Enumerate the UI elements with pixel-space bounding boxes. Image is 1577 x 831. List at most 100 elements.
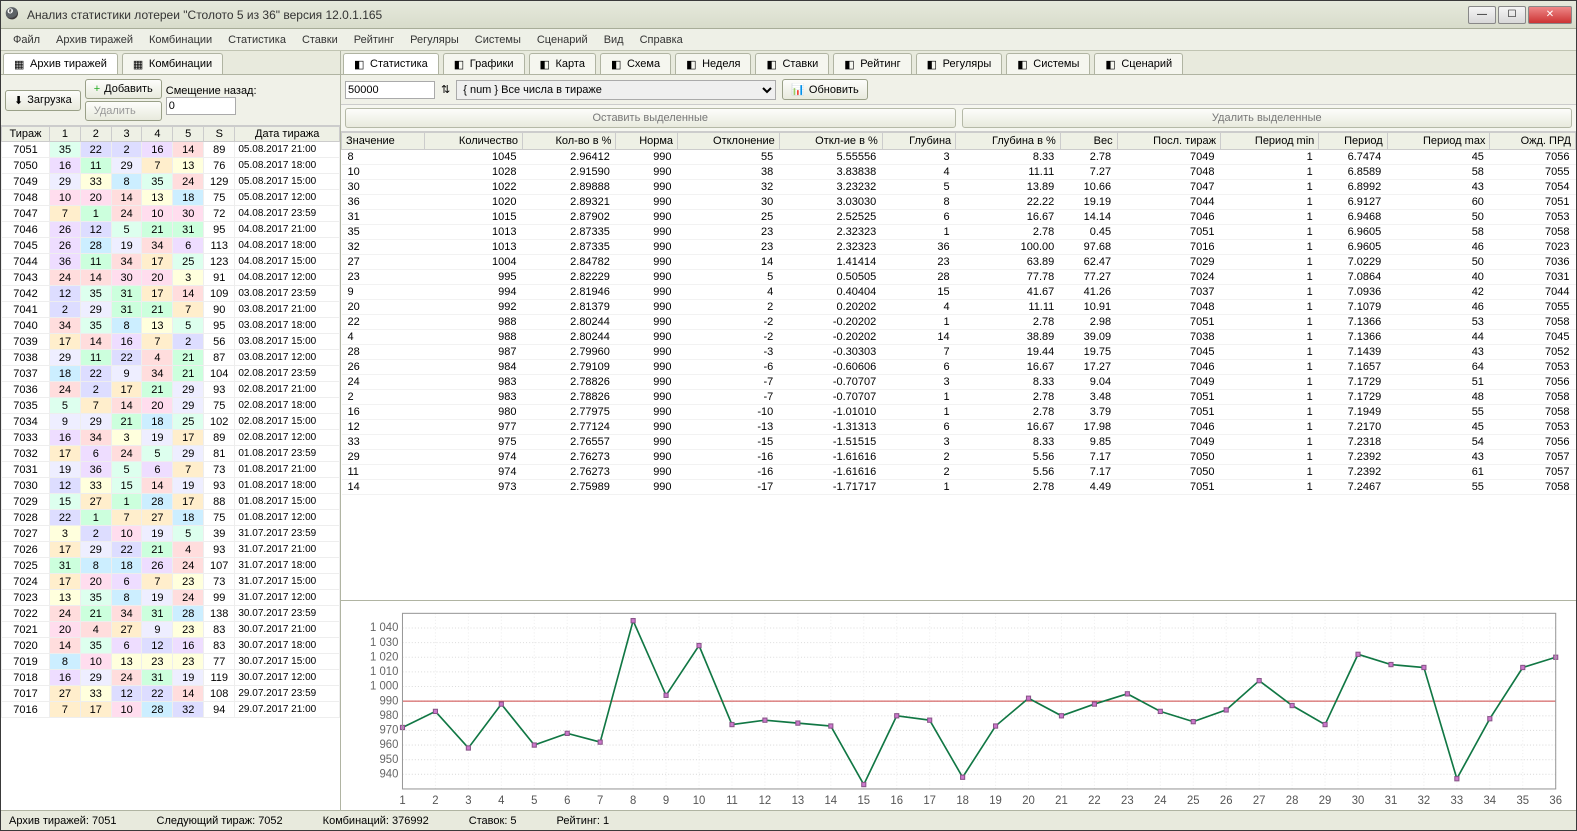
archive-row[interactable]: 70331634319178902.08.2017 12:00 (2, 430, 340, 446)
right-tab-Ставки[interactable]: ◧Ставки (755, 53, 829, 74)
right-tab-Статистика[interactable]: ◧Статистика (343, 53, 439, 74)
add-button[interactable]: +Добавить (85, 79, 162, 99)
archive-row[interactable]: 70382911224218703.08.2017 12:00 (2, 350, 340, 366)
stat-row[interactable]: 289872.79960990-3-0.30303719.4419.757045… (342, 345, 1576, 360)
right-tab-Схема[interactable]: ◧Схема (600, 53, 671, 74)
stat-header[interactable]: Ожд. ПРД (1490, 133, 1576, 150)
stat-header[interactable]: Глубина (882, 133, 955, 150)
menu-Комбинации[interactable]: Комбинации (143, 32, 218, 48)
spinner-icon[interactable]: ⇅ (441, 83, 450, 96)
stat-row[interactable]: 119742.76273990-16-1.6161625.567.1770501… (342, 465, 1576, 480)
archive-row[interactable]: 7042123531171410903.08.2017 23:59 (2, 286, 340, 302)
archive-row[interactable]: 70432414302039104.08.2017 12:00 (2, 270, 340, 286)
archive-row[interactable]: 70201435612168330.07.2017 18:00 (2, 638, 340, 654)
archive-row[interactable]: 703012331514199301.08.2017 18:00 (2, 478, 340, 494)
stat-row[interactable]: 3010222.89888990323.23232513.8910.667047… (342, 180, 1576, 195)
archive-row[interactable]: 702732101953931.07.2017 23:59 (2, 526, 340, 542)
stat-header[interactable]: Период min (1220, 133, 1318, 150)
stat-row[interactable]: 49882.80244990-2-0.202021438.8939.097038… (342, 330, 1576, 345)
stat-row[interactable]: 149732.75989990-17-1.7171712.784.4970511… (342, 480, 1576, 495)
left-tab-Архив тиражей[interactable]: ▦Архив тиражей (3, 53, 118, 74)
stat-row[interactable]: 99942.8194699040.404041541.6741.26703717… (342, 285, 1576, 300)
archive-row[interactable]: 70462612521319504.08.2017 21:00 (2, 222, 340, 238)
refresh-button[interactable]: 📊Обновить (782, 79, 868, 100)
archive-header[interactable]: Тираж (2, 127, 50, 142)
menu-Сценарий[interactable]: Сценарий (531, 32, 594, 48)
archive-row[interactable]: 7028221727187501.08.2017 12:00 (2, 510, 340, 526)
left-tab-Комбинации[interactable]: ▦Комбинации (122, 53, 223, 74)
right-tab-Сценарий[interactable]: ◧Сценарий (1094, 53, 1183, 74)
archive-row[interactable]: 70231335819249931.07.2017 12:00 (2, 590, 340, 606)
archive-header[interactable]: 2 (80, 127, 111, 142)
right-tab-Карта[interactable]: ◧Карта (529, 53, 596, 74)
stat-row[interactable]: 1010282.91590990383.83838411.117.2770481… (342, 165, 1576, 180)
stat-row[interactable]: 2710042.84782990141.414142363.8962.47702… (342, 255, 1576, 270)
load-button[interactable]: ⬇Загрузка (5, 90, 81, 111)
keep-selected-button[interactable]: Оставить выделенные (345, 108, 956, 128)
archive-row[interactable]: 7021204279238330.07.2017 21:00 (2, 622, 340, 638)
menu-Файл[interactable]: Файл (7, 32, 46, 48)
offset-input[interactable] (166, 97, 236, 115)
stat-header[interactable]: Откл-ие в % (779, 133, 882, 150)
archive-row[interactable]: 7047712410307204.08.2017 23:59 (2, 206, 340, 222)
archive-row[interactable]: 703119365677301.08.2017 21:00 (2, 462, 340, 478)
stat-row[interactable]: 339752.76557990-15-1.5151538.339.8570491… (342, 435, 1576, 450)
right-tab-Рейтинг[interactable]: ◧Рейтинг (833, 53, 911, 74)
archive-row[interactable]: 70362421721299302.08.2017 21:00 (2, 382, 340, 398)
archive-row[interactable]: 7018162924311911930.07.2017 12:00 (2, 670, 340, 686)
stat-header[interactable]: Кол-во в % (523, 133, 616, 150)
stat-header[interactable]: Период max (1387, 133, 1490, 150)
close-button[interactable]: ✕ (1528, 6, 1572, 24)
archive-row[interactable]: 70291527128178801.08.2017 15:00 (2, 494, 340, 510)
archive-row[interactable]: 7035571420297502.08.2017 18:00 (2, 398, 340, 414)
stat-row[interactable]: 29832.78826990-7-0.7070712.783.48705117.… (342, 390, 1576, 405)
menu-Вид[interactable]: Вид (598, 32, 630, 48)
stat-row[interactable]: 810452.96412990555.5555638.332.78704916.… (342, 150, 1576, 165)
right-tab-Графики[interactable]: ◧Графики (443, 53, 525, 74)
archive-header[interactable]: S (204, 127, 235, 142)
filter-select[interactable]: { num } Все числа в тираже (456, 80, 776, 100)
archive-grid[interactable]: Тираж12345SДата тиража70513522216148905.… (1, 126, 340, 810)
stats-grid[interactable]: ЗначениеКоличествоКол-во в %НормаОтклоне… (341, 132, 1576, 600)
archive-row[interactable]: 7041229312179003.08.2017 21:00 (2, 302, 340, 318)
stat-header[interactable]: Количество (425, 133, 523, 150)
archive-row[interactable]: 7017273312221410829.07.2017 23:59 (2, 686, 340, 702)
stat-row[interactable]: 269842.79109990-6-0.60606616.6717.277046… (342, 360, 1576, 375)
menu-Архив тиражей[interactable]: Архив тиражей (50, 32, 139, 48)
archive-row[interactable]: 703492921182510202.08.2017 15:00 (2, 414, 340, 430)
archive-header[interactable]: 1 (50, 127, 81, 142)
stat-row[interactable]: 3510132.87335990232.3232312.780.45705116… (342, 225, 1576, 240)
right-tab-Системы[interactable]: ◧Системы (1006, 53, 1090, 74)
delete-selected-button[interactable]: Удалить выделенные (962, 108, 1573, 128)
archive-row[interactable]: 702531818262410731.07.2017 18:00 (2, 558, 340, 574)
archive-row[interactable]: 7022242134312813830.07.2017 23:59 (2, 606, 340, 622)
menu-Статистика[interactable]: Статистика (222, 32, 292, 48)
stat-row[interactable]: 169802.77975990-10-1.0101012.783.7970511… (342, 405, 1576, 420)
stat-row[interactable]: 3210132.87335990232.3232336100.0097.6870… (342, 240, 1576, 255)
archive-row[interactable]: 7044361134172512304.08.2017 15:00 (2, 254, 340, 270)
stat-header[interactable]: Отклонение (678, 133, 780, 150)
archive-row[interactable]: 704929338352412905.08.2017 15:00 (2, 174, 340, 190)
archive-row[interactable]: 7040343581359503.08.2017 18:00 (2, 318, 340, 334)
archive-row[interactable]: 70167171028329429.07.2017 21:00 (2, 702, 340, 718)
minimize-button[interactable]: — (1468, 6, 1496, 24)
archive-row[interactable]: 7024172067237331.07.2017 15:00 (2, 574, 340, 590)
archive-header[interactable]: Дата тиража (235, 127, 340, 142)
archive-row[interactable]: 703718229342110402.08.2017 23:59 (2, 366, 340, 382)
stat-row[interactable]: 3110152.87902990252.52525616.6714.147046… (342, 210, 1576, 225)
maximize-button[interactable]: ☐ (1498, 6, 1526, 24)
stat-header[interactable]: Глубина в % (956, 133, 1061, 150)
menu-Рейтинг[interactable]: Рейтинг (348, 32, 400, 48)
archive-header[interactable]: 4 (142, 127, 173, 142)
stat-header[interactable]: Вес (1060, 133, 1117, 150)
delete-button[interactable]: Удалить (85, 101, 162, 121)
archive-header[interactable]: 3 (111, 127, 142, 142)
stat-header[interactable]: Посл. тираж (1117, 133, 1220, 150)
stat-header[interactable]: Период (1319, 133, 1387, 150)
menu-Регуляры[interactable]: Регуляры (404, 32, 465, 48)
archive-row[interactable]: 70513522216148905.08.2017 21:00 (2, 142, 340, 158)
stat-row[interactable]: 209922.8137999020.20202411.1110.91704817… (342, 300, 1576, 315)
count-input[interactable] (345, 81, 435, 99)
stat-row[interactable]: 239952.8222999050.505052877.7877.2770241… (342, 270, 1576, 285)
menu-Ставки[interactable]: Ставки (296, 32, 344, 48)
